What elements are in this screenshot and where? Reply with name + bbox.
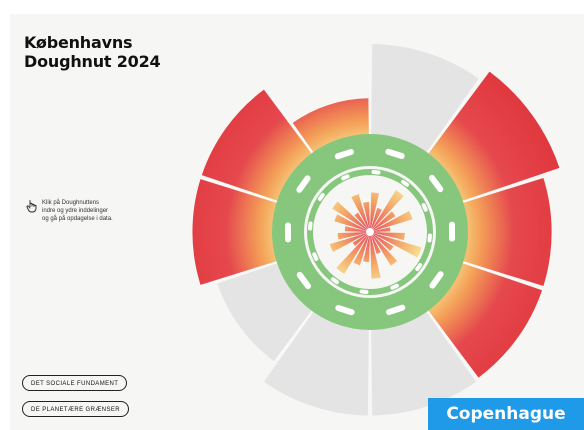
doughnut-center xyxy=(366,228,374,236)
ring-label-pill[interactable] xyxy=(284,222,292,243)
page: Københavns Doughnut 2024 Klik på Doughnu… xyxy=(0,0,584,430)
social-foundation-button[interactable]: DET SOCIALE FUNDAMENT xyxy=(22,375,128,391)
ring-label-pill[interactable] xyxy=(448,221,456,242)
page-title: Københavns Doughnut 2024 xyxy=(24,33,161,71)
hand-pointer-icon xyxy=(26,200,37,213)
city-badge: Copenhague xyxy=(428,398,584,430)
hint-text: Klik på Doughnuttens indre og ydre indde… xyxy=(42,200,113,222)
instruction-hint: Klik på Doughnuttens indre og ydre indde… xyxy=(26,199,126,223)
planetary-boundaries-button[interactable]: DE PLANETÆRE GRÆNSER xyxy=(22,401,130,417)
